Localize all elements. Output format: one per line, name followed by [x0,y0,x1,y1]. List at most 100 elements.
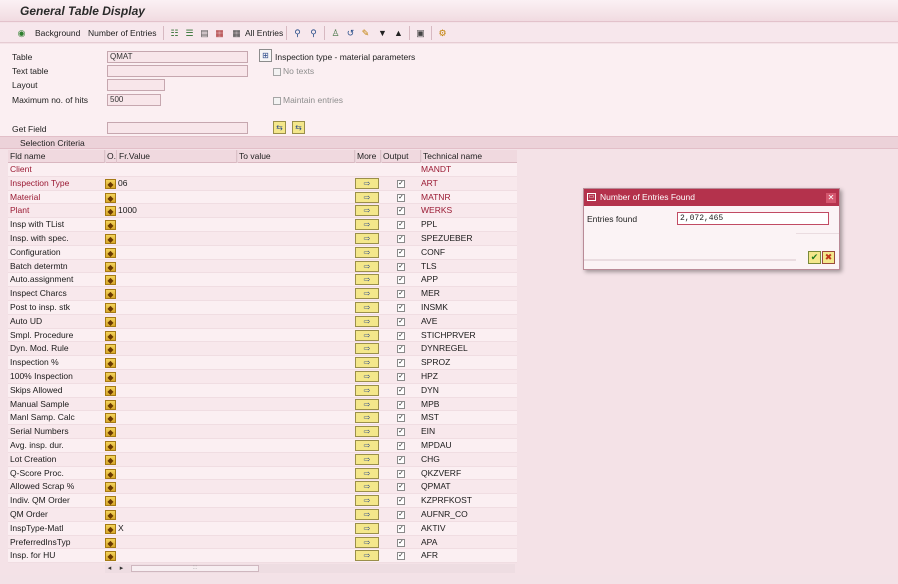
selection-option-icon[interactable]: ◆ [105,261,116,272]
from-value-field[interactable] [117,315,236,329]
from-value-field[interactable]: 06 [117,177,236,191]
output-checkbox[interactable]: ✓ [397,372,405,381]
multiple-selection-icon[interactable]: ⇨ [355,260,379,272]
arrow-down-icon[interactable]: ▼ [377,26,388,40]
to-value-field[interactable] [237,494,354,508]
from-value-field[interactable] [117,218,236,232]
selection-option-icon[interactable]: ◆ [105,275,116,286]
from-value-field[interactable] [117,301,236,315]
to-value-field[interactable] [237,549,354,563]
no-texts-checkbox[interactable]: No texts [273,66,314,77]
selection-option-icon[interactable]: ◆ [105,371,116,382]
to-value-field[interactable] [237,522,354,536]
selection-option-icon[interactable]: ◆ [105,192,116,203]
from-value-field[interactable] [117,356,236,370]
output-checkbox[interactable]: ✓ [397,262,405,271]
to-value-field[interactable] [237,163,354,177]
pencil-icon[interactable]: ✎ [360,26,371,40]
to-value-field[interactable] [237,411,354,425]
find-icon[interactable]: ⚲ [292,26,303,40]
from-value-field[interactable] [117,342,236,356]
output-checkbox[interactable]: ✓ [397,290,405,299]
text-table-input[interactable] [107,65,248,77]
to-value-field[interactable] [237,370,354,384]
from-value-field[interactable] [117,467,236,481]
multiple-selection-icon[interactable]: ⇨ [355,315,379,327]
output-checkbox[interactable]: ✓ [397,331,405,340]
from-value-field[interactable] [117,453,236,467]
get-field-button-1[interactable]: ⇆ [273,121,286,134]
background-button[interactable]: ◉ Background [16,26,81,40]
selection-option-icon[interactable]: ◆ [105,344,116,355]
to-value-field[interactable] [237,204,354,218]
to-value-field[interactable] [237,467,354,481]
selection-option-icon[interactable]: ◆ [105,413,116,424]
from-value-field[interactable] [117,191,236,205]
scroll-right-icon[interactable]: ▸ [117,564,126,573]
get-field-input[interactable] [107,122,248,134]
to-value-field[interactable] [237,246,354,260]
from-value-field[interactable] [117,494,236,508]
multiple-selection-icon[interactable]: ⇨ [355,508,379,520]
scrollbar-thumb[interactable]: ::: [131,565,259,572]
to-value-field[interactable] [237,315,354,329]
from-value-field[interactable] [117,549,236,563]
to-value-field[interactable] [237,329,354,343]
selection-option-icon[interactable]: ◆ [105,385,116,396]
selection-option-icon[interactable]: ◆ [105,482,116,493]
to-value-field[interactable] [237,342,354,356]
table-info-icon[interactable]: ⊞ [259,49,272,62]
scroll-left-icon[interactable]: ◂ [105,564,114,573]
select-block-icon[interactable]: ▤ [199,26,210,40]
from-value-field[interactable] [117,425,236,439]
from-value-field[interactable] [117,273,236,287]
document-icon[interactable]: ▣ [415,26,426,40]
selection-option-icon[interactable]: ◆ [105,247,116,258]
to-value-field[interactable] [237,232,354,246]
undo-icon[interactable]: ↺ [345,26,356,40]
output-checkbox[interactable]: ✓ [397,524,405,533]
select-all-icon[interactable]: ☷ [169,26,180,40]
from-value-field[interactable] [117,384,236,398]
selection-option-icon[interactable]: ◆ [105,178,116,189]
to-value-field[interactable] [237,301,354,315]
multiple-selection-icon[interactable]: ⇨ [355,426,379,438]
multiple-selection-icon[interactable]: ⇨ [355,453,379,465]
multiple-selection-icon[interactable]: ⇨ [355,177,379,189]
selection-option-icon[interactable]: ◆ [105,220,116,231]
maintain-entries-checkbox[interactable]: Maintain entries [273,95,343,106]
selection-option-icon[interactable]: ◆ [105,302,116,313]
selection-option-icon[interactable]: ◆ [105,358,116,369]
output-checkbox[interactable]: ✓ [397,345,405,354]
multiple-selection-icon[interactable]: ⇨ [355,301,379,313]
multiple-selection-icon[interactable]: ⇨ [355,412,379,424]
output-checkbox[interactable]: ✓ [397,510,405,519]
output-checkbox[interactable]: ✓ [397,248,405,257]
confirm-button[interactable]: ✔ [808,251,821,264]
output-checkbox[interactable]: ✓ [397,179,405,188]
from-value-field[interactable]: X [117,522,236,536]
multiple-selection-icon[interactable]: ⇨ [355,550,379,562]
settings-icon[interactable]: ⚙ [437,26,448,40]
output-checkbox[interactable]: ✓ [397,221,405,230]
max-hits-input[interactable]: 500 [107,94,161,106]
multiple-selection-icon[interactable]: ⇨ [355,288,379,300]
multiple-selection-icon[interactable]: ⇨ [355,343,379,355]
selection-option-icon[interactable]: ◆ [105,330,116,341]
multiple-selection-icon[interactable]: ⇨ [355,329,379,341]
selection-option-icon[interactable]: ◆ [105,468,116,479]
delete-selection-icon[interactable]: ▦ [214,26,225,40]
selection-option-icon[interactable]: ◆ [105,523,116,534]
selection-option-icon[interactable]: ◆ [105,427,116,438]
multiple-selection-icon[interactable]: ⇨ [355,439,379,451]
output-checkbox[interactable]: ✓ [397,428,405,437]
selection-option-icon[interactable]: ◆ [105,206,116,217]
selection-option-icon[interactable]: ◆ [105,551,116,562]
from-value-field[interactable] [117,536,236,550]
selection-option-icon[interactable]: ◆ [105,454,116,465]
output-checkbox[interactable]: ✓ [397,359,405,368]
output-checkbox[interactable]: ✓ [397,552,405,561]
multiple-selection-icon[interactable]: ⇨ [355,522,379,534]
to-value-field[interactable] [237,398,354,412]
to-value-field[interactable] [237,453,354,467]
